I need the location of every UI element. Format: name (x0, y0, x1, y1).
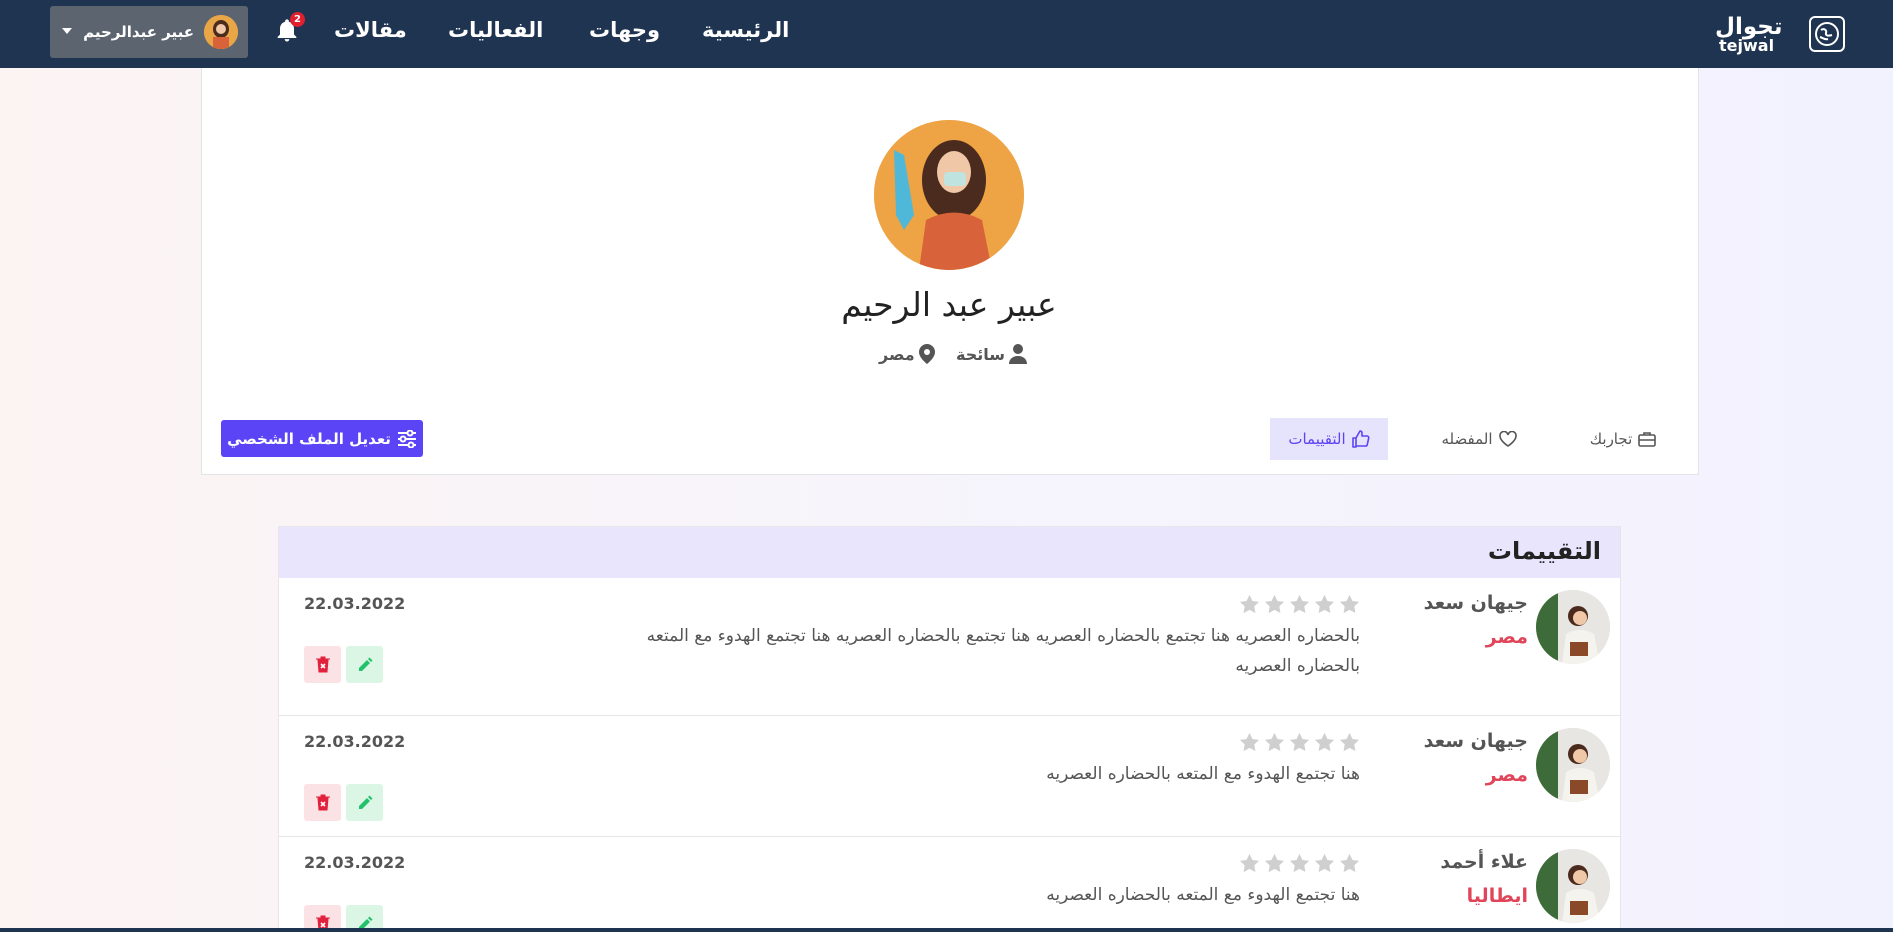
star-icon (1339, 594, 1360, 614)
tejwal-logo[interactable]: تجوال tejwal (1715, 14, 1845, 56)
star-icon (1289, 853, 1310, 873)
reviewer-name: جيهان سعد (1423, 730, 1528, 752)
pencil-icon (358, 657, 372, 671)
star-icon (1239, 853, 1260, 873)
edit-profile-label: تعديل الملف الشخصي (227, 429, 391, 448)
star-icon (1314, 732, 1335, 752)
trash-icon (315, 656, 330, 673)
map-pin-icon (918, 344, 935, 364)
user-menu-name: عبير عبدالرحيم (83, 23, 194, 41)
review-date: 22.03.2022 (304, 732, 406, 751)
tab-reviews[interactable]: التقييمات (1270, 418, 1388, 460)
star-icon (1289, 594, 1310, 614)
reviewer-country: مصر (1485, 764, 1528, 786)
profile-name: عبير عبد الرحيم (841, 285, 1057, 324)
reviewer-name: جيهان سعد (1423, 592, 1528, 614)
sliders-icon (397, 429, 416, 448)
nav-link-events[interactable]: الفعاليات (448, 18, 543, 42)
tab-favorites-label: المفضله (1441, 430, 1493, 448)
reviews-title: التقييمات (1487, 537, 1601, 565)
reviews-panel: التقييمات جيهان سعد مصر بالحضاره العصريه… (278, 526, 1621, 932)
edit-review-button[interactable] (346, 784, 383, 821)
review-text: هنا تجتمع الهدوء مع المتعه بالحضاره العص… (1046, 885, 1360, 905)
reviewer-name: علاء أحمد (1440, 851, 1528, 873)
bottom-edge-bar (0, 928, 1893, 932)
review-date: 22.03.2022 (304, 853, 406, 872)
nav-link-articles[interactable]: مقالات (334, 18, 407, 42)
tab-experiences[interactable]: تجاربك (1578, 418, 1668, 460)
thumbs-up-icon (1351, 430, 1370, 448)
star-icon (1264, 732, 1285, 752)
briefcase-icon (1638, 432, 1657, 447)
star-icon (1264, 594, 1285, 614)
reviewer-country: ايطاليا (1466, 885, 1528, 907)
tab-reviews-label: التقييمات (1288, 430, 1346, 448)
profile-avatar (874, 120, 1024, 270)
star-rating (1235, 853, 1360, 873)
trash-icon (315, 794, 330, 811)
delete-review-button[interactable] (304, 784, 341, 821)
edit-profile-button[interactable]: تعديل الملف الشخصي (221, 420, 423, 457)
star-icon (1339, 853, 1360, 873)
review-date: 22.03.2022 (304, 594, 406, 613)
nav-link-home[interactable]: الرئيسية (702, 18, 789, 42)
notification-badge: 2 (290, 12, 305, 27)
user-icon (1008, 344, 1027, 364)
user-avatar (204, 15, 238, 49)
heart-icon (1498, 431, 1517, 447)
reviewer-country: مصر (1485, 626, 1528, 648)
reviewer-avatar (1536, 849, 1610, 923)
reviews-header: التقييمات (279, 527, 1620, 578)
review-item: جيهان سعد مصر هنا تجتمع الهدوء مع المتعه… (279, 716, 1620, 837)
star-icon (1289, 732, 1310, 752)
star-icon (1239, 732, 1260, 752)
review-item: علاء أحمد ايطاليا هنا تجتمع الهدوء مع ال… (279, 837, 1620, 931)
top-navbar: عبير عبدالرحيم 2 مقالات الفعاليات وجهات … (0, 0, 1893, 68)
reviewer-avatar (1536, 590, 1610, 664)
nav-link-destinations[interactable]: وجهات (589, 18, 660, 42)
logo-latin-text: tejwal (1719, 36, 1775, 55)
star-icon (1339, 732, 1360, 752)
review-text: بالحضاره العصريه هنا تجتمع بالحضاره العص… (646, 626, 1360, 676)
profile-role: سائحة (956, 342, 1027, 366)
globe-icon (1809, 16, 1845, 52)
pencil-icon (358, 795, 372, 809)
star-icon (1264, 853, 1285, 873)
star-rating (1235, 594, 1360, 614)
user-menu-dropdown[interactable]: عبير عبدالرحيم (50, 6, 248, 58)
chevron-down-icon (62, 28, 72, 34)
star-icon (1314, 853, 1335, 873)
review-text: هنا تجتمع الهدوء مع المتعه بالحضاره العص… (1046, 764, 1360, 784)
star-rating (1235, 732, 1360, 752)
profile-role-text: سائحة (956, 344, 1005, 364)
profile-country-text: مصر (879, 344, 915, 364)
tab-experiences-label: تجاربك (1589, 430, 1633, 448)
tab-favorites[interactable]: المفضله (1432, 418, 1526, 460)
reviewer-avatar (1536, 728, 1610, 802)
edit-review-button[interactable] (346, 646, 383, 683)
profile-location: مصر (879, 342, 935, 366)
star-icon (1239, 594, 1260, 614)
review-item: جيهان سعد مصر بالحضاره العصريه هنا تجتمع… (279, 578, 1620, 716)
star-icon (1314, 594, 1335, 614)
delete-review-button[interactable] (304, 646, 341, 683)
